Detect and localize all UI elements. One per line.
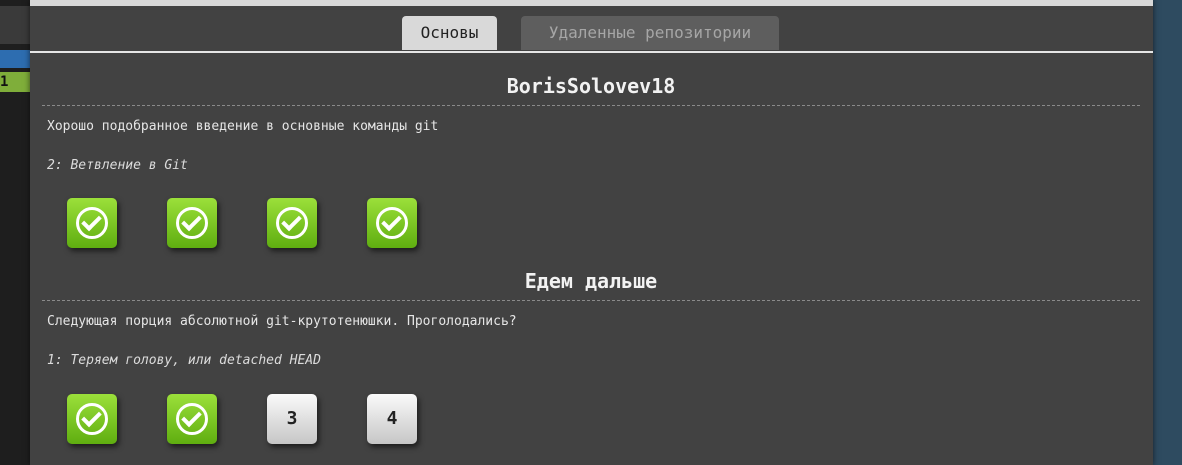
dialog-top-border (30, 0, 1153, 6)
section-divider (42, 300, 1140, 301)
level-button-4[interactable] (367, 198, 417, 248)
level-button-1[interactable] (67, 394, 117, 444)
tab-underline (30, 51, 1153, 53)
background-indicator: 1 (0, 72, 30, 92)
section-description: Хорошо подобранное введение в основные к… (47, 119, 439, 134)
background-editor-strip: 1 (0, 0, 30, 465)
background-indicator-label: 1 (0, 74, 9, 90)
section-description: Следующая порция абсолютной git-крутотен… (47, 314, 517, 329)
tab-basics[interactable]: Основы (402, 16, 497, 50)
section-title: Едем дальше (524, 269, 658, 293)
level-button-2[interactable] (167, 394, 217, 444)
level-select-dialog: Основы Удаленные репозитории BorisSolove… (30, 0, 1153, 465)
level-button-4[interactable]: 4 (367, 394, 417, 444)
tab-bar: Основы Удаленные репозитории (30, 16, 1153, 52)
background-panel (0, 6, 30, 44)
level-button-1[interactable] (67, 198, 117, 248)
level-button-3[interactable] (267, 198, 317, 248)
section-subtitle: 1: Теряем голову, или detached HEAD (47, 353, 321, 368)
section-title: BorisSolovev18 (506, 74, 676, 98)
section-subtitle: 2: Ветвление в Git (47, 158, 188, 173)
level-button-3[interactable]: 3 (267, 394, 317, 444)
tab-remote-repositories[interactable]: Удаленные репозитории (521, 16, 779, 50)
background-highlight (0, 50, 30, 68)
background-right-strip (1153, 0, 1182, 465)
level-button-2[interactable] (167, 198, 217, 248)
section-divider (42, 105, 1140, 106)
